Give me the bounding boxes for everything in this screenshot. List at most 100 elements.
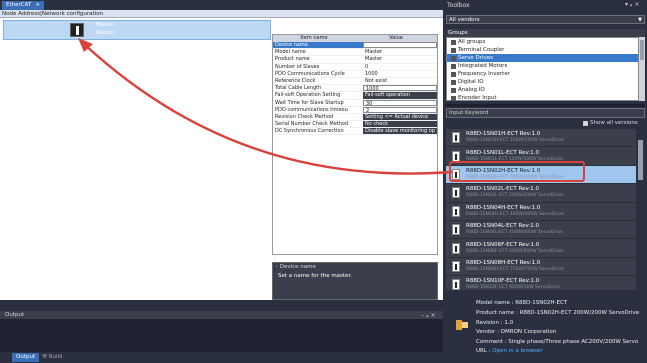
splitter[interactable] [446,104,645,107]
tab-build-label: Build [48,354,63,360]
group-item[interactable]: Digital IO [447,78,638,86]
tab-output[interactable]: Output [12,353,40,362]
property-key: Fail-soft Operation Setting [275,92,341,99]
group-icon [451,39,456,45]
property-value[interactable]: Master [363,56,437,62]
property-value[interactable]: Master [363,42,437,49]
info-url-label: URL : [476,348,491,354]
servo-drive-icon [452,150,460,162]
group-label: Encoder Input [458,95,497,101]
property-key: Revision Check Method [275,113,334,120]
property-value[interactable]: Fail-soft operation [363,92,437,99]
group-item[interactable]: Analog IO [447,86,638,94]
property-row[interactable]: Reference Clock Not exist [273,77,437,86]
property-rows: Device name Master Model name Master Product… [273,42,437,136]
property-grid-header: Item name Value [273,35,437,42]
device-list: R88D-1SN01H-ECT Rev:1.0 R88D-1SN01H-ECT 1… [446,129,636,290]
open-in-browser-link[interactable]: Open in a browser [492,348,542,354]
pin-icon[interactable]: ▾ ᵩ × [625,1,639,8]
device-list-item[interactable]: R88D-1SN04H-ECT Rev:1.0 R88D-1SN04H-ECT 4… [446,203,636,221]
close-icon[interactable]: × [35,2,40,8]
property-key: Product name [275,56,310,63]
device-list-item[interactable]: R88D-1SN10F-ECT Rev:1.0 R88D-1SN10F-ECT 9… [446,276,636,290]
info-product: Product name : R88D-1SN02H-ECT 200W/200W… [476,310,640,316]
property-key: Number of Slaves [275,63,320,70]
groups-scroll-thumb[interactable] [640,40,644,60]
property-key: PDO Communications Cycle [275,70,345,77]
property-row[interactable]: Revision Check Method Setting <= Actual d… [273,113,437,122]
vendor-select[interactable]: All vendors ▼ [446,15,645,24]
property-row[interactable]: PDO Communications Cycle 1000 [273,71,437,78]
device-list-item[interactable]: R88D-1SN02L-ECT Rev:1.0 R88D-1SN02L-ECT 2… [446,184,636,203]
group-label: Integrated Motors [458,63,508,69]
pin-icon[interactable]: - ᵩ × [422,312,436,319]
property-key: PDO communications timeou [275,106,348,113]
property-value[interactable]: No check [363,121,437,128]
device-list-item[interactable]: R88D-1SN01H-ECT Rev:1.0 R88D-1SN01H-ECT 1… [446,129,636,148]
group-label: Analog IO [458,87,485,93]
device-name: R88D-1SN01L-ECT Rev:1.0 [466,149,540,156]
property-value[interactable]: 1000 [363,85,437,92]
property-value[interactable]: 30 [363,99,437,106]
group-icon [451,79,456,85]
property-value[interactable]: Master [363,49,437,55]
tab-ethercat-label: EtherCAT [6,2,32,8]
show-all-versions-checkbox[interactable]: Show all versions [583,120,638,126]
property-key: Wait Time for Slave Startup [275,99,344,106]
property-key: DC Synchronous Correction [275,128,344,135]
device-list-item[interactable]: R88D-1SN06F-ECT Rev:1.0 R88D-1SN06F-ECT 6… [446,239,636,258]
selected-device-highlight [449,161,585,182]
property-row[interactable]: PDO communications timeou 2 [273,106,437,114]
output-pane[interactable] [0,319,443,352]
property-row[interactable]: Model name Master [273,49,437,57]
property-row[interactable]: Device name Master [273,42,437,50]
property-value[interactable]: 2 [363,106,437,113]
description-title-text: Device name [279,264,316,270]
property-row[interactable]: Wait Time for Slave Startup 30 [273,99,437,107]
device-description: R88D-1SN01H-ECT 100W/100W ServoDrive [466,138,564,144]
property-row[interactable]: Product name Master [273,56,437,64]
group-icon [451,71,456,77]
property-key: Reference Clock [275,77,316,84]
group-icon [451,63,456,69]
device-text: R88D-1SN02L-ECT Rev:1.0 R88D-1SN02L-ECT 2… [466,186,563,199]
property-value[interactable]: Setting <= Actual device [363,113,437,121]
device-name: R88D-1SN08H-ECT Rev:1.0 [466,259,541,266]
master-sublabel: Master [96,30,115,36]
tab-ethercat[interactable]: EtherCAT × [2,1,44,10]
property-row[interactable]: Serial Number Check Method No check [273,121,437,129]
property-value[interactable]: 1000 [363,71,437,77]
device-text: R88D-1SN06F-ECT Rev:1.0 R88D-1SN06F-ECT 6… [466,242,563,255]
info-revision: Revision : 1.0 [476,320,514,326]
device-list-item[interactable]: R88D-1SN04L-ECT Rev:1.0 R88D-1SN04L-ECT 4… [446,221,636,240]
device-list-item[interactable]: R88D-1SN08H-ECT Rev:1.0 R88D-1SN08H-ECT 7… [446,258,636,277]
property-value[interactable]: 0 [363,64,437,70]
servo-drive-icon [452,205,460,217]
property-row[interactable]: Number of Slaves 0 [273,64,437,71]
group-item[interactable]: Terminal Coupler [447,46,638,54]
group-item[interactable]: Encoder Input [447,94,638,102]
group-item[interactable]: Frequency Inverter [447,70,638,78]
checkbox-icon[interactable] [583,120,588,126]
group-item[interactable]: Integrated Motors [447,62,638,70]
keyword-input[interactable]: Input Keyword [446,108,645,118]
property-row[interactable]: Total Cable Length 1000 [273,85,437,93]
property-key: Total Cable Length [275,85,322,92]
description-text: Set a name for the master. [278,273,352,279]
master-device-icon[interactable] [70,23,84,37]
group-item[interactable]: All groups [447,38,638,46]
device-list-scroll-thumb[interactable] [638,140,643,180]
master-node-row[interactable] [3,20,271,40]
property-row[interactable]: DC Synchronous Correction Disable slave m… [273,128,437,136]
node-address-header: Node Address|Network configuration [0,10,443,18]
tab-build[interactable]: ⚒ Build [38,353,67,362]
group-item[interactable]: Servo Drives [447,54,638,62]
description-title: - Device name [276,264,316,270]
property-row[interactable]: Fail-soft Operation Setting Fail-soft ope… [273,92,437,100]
property-value[interactable]: Not exist [363,78,437,84]
group-label: Servo Drives [458,55,494,61]
device-description: R88D-1SN04H-ECT 400W/400W ServoDrive [466,211,564,217]
property-value[interactable]: Disable slave monitoring op [363,128,437,135]
property-key: Serial Number Check Method [275,121,349,128]
property-key: Model name [275,49,306,56]
